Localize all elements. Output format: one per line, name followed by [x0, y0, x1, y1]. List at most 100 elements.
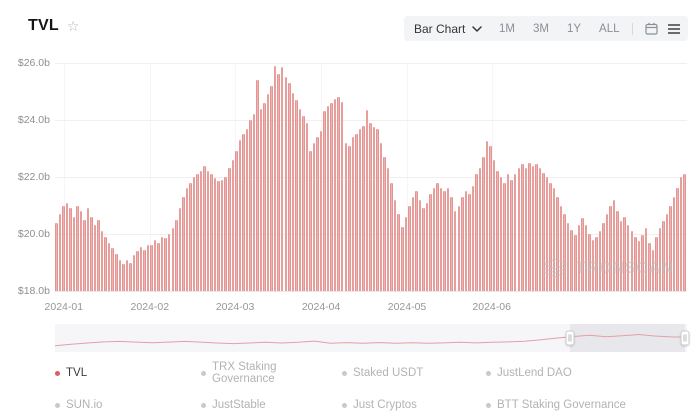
tvl-bar[interactable]	[560, 206, 563, 292]
tvl-bar[interactable]	[380, 143, 383, 291]
tvl-bar[interactable]	[503, 183, 506, 291]
tvl-bar[interactable]	[412, 197, 415, 291]
tvl-bar[interactable]	[680, 177, 683, 291]
tvl-bar[interactable]	[175, 220, 178, 291]
tvl-bar[interactable]	[609, 206, 612, 292]
range-3m-button[interactable]: 3M	[533, 23, 549, 35]
tvl-bar[interactable]	[588, 234, 591, 291]
tvl-bar[interactable]	[83, 220, 86, 291]
tvl-bar[interactable]	[606, 214, 609, 291]
tvl-bar[interactable]	[387, 168, 390, 291]
tvl-bar[interactable]	[126, 260, 129, 291]
tvl-bar[interactable]	[489, 146, 492, 291]
tvl-bar[interactable]	[242, 134, 245, 291]
tvl-bar[interactable]	[666, 214, 669, 291]
tvl-bar[interactable]	[376, 129, 379, 291]
tvl-bar[interactable]	[599, 231, 602, 291]
tvl-bar[interactable]	[133, 255, 136, 291]
tvl-bar[interactable]	[549, 183, 552, 291]
tvl-bar[interactable]	[337, 97, 340, 291]
tvl-bar[interactable]	[426, 203, 429, 291]
legend-item-sun-io[interactable]: SUN.io	[55, 399, 201, 411]
tvl-bar[interactable]	[383, 157, 386, 291]
tvl-bar[interactable]	[189, 183, 192, 291]
tvl-bar[interactable]	[397, 214, 400, 291]
tvl-bar[interactable]	[486, 141, 489, 291]
tvl-bar[interactable]	[390, 183, 393, 291]
tvl-bar[interactable]	[458, 206, 461, 292]
tvl-bar[interactable]	[157, 243, 160, 291]
tvl-bar[interactable]	[320, 131, 323, 291]
tvl-bar[interactable]	[627, 225, 630, 291]
tvl-bar[interactable]	[316, 137, 319, 291]
tvl-bar[interactable]	[581, 218, 584, 291]
legend-item-btt-staking-governance[interactable]: BTT Staking Governance	[486, 399, 673, 411]
tvl-bar[interactable]	[150, 245, 153, 291]
tvl-bar[interactable]	[669, 206, 672, 292]
tvl-bar[interactable]	[224, 177, 227, 291]
datazoom-right-handle[interactable]	[681, 331, 690, 346]
tvl-bar[interactable]	[648, 243, 651, 291]
tvl-bar[interactable]	[221, 180, 224, 291]
tvl-bar[interactable]	[348, 146, 351, 291]
tvl-bar[interactable]	[200, 171, 203, 291]
tvl-bar[interactable]	[613, 200, 616, 291]
tvl-bar[interactable]	[514, 174, 517, 291]
tvl-bar[interactable]	[366, 110, 369, 291]
tvl-bar[interactable]	[394, 200, 397, 291]
tvl-bar[interactable]	[210, 174, 213, 291]
tvl-bar[interactable]	[108, 243, 111, 291]
bar-chart-plot-area[interactable]	[55, 63, 687, 291]
legend-item-tvl[interactable]: TVL	[55, 361, 201, 385]
tvl-bar[interactable]	[129, 263, 132, 292]
tvl-bar[interactable]	[662, 221, 665, 291]
tvl-bar[interactable]	[260, 109, 263, 291]
tvl-bar[interactable]	[659, 228, 662, 291]
tvl-bar[interactable]	[69, 208, 72, 291]
tvl-bar[interactable]	[136, 251, 139, 291]
tvl-bar[interactable]	[288, 83, 291, 291]
tvl-bar[interactable]	[196, 174, 199, 291]
tvl-bar[interactable]	[295, 100, 298, 291]
tvl-bar[interactable]	[164, 238, 167, 291]
tvl-bar[interactable]	[246, 129, 249, 291]
tvl-bar[interactable]	[186, 188, 189, 291]
range-all-button[interactable]: ALL	[599, 23, 619, 35]
tvl-bar[interactable]	[277, 74, 280, 291]
tvl-bar[interactable]	[274, 66, 277, 291]
tvl-bar[interactable]	[345, 143, 348, 291]
tvl-bar[interactable]	[528, 163, 531, 291]
tvl-bar[interactable]	[405, 217, 408, 291]
calendar-icon[interactable]	[645, 22, 658, 35]
tvl-bar[interactable]	[306, 123, 309, 291]
tvl-bar[interactable]	[373, 127, 376, 291]
tvl-bar[interactable]	[539, 168, 542, 291]
tvl-bar[interactable]	[355, 134, 358, 291]
tvl-bar[interactable]	[239, 140, 242, 291]
tvl-bar[interactable]	[94, 225, 97, 291]
tvl-bar[interactable]	[440, 188, 443, 291]
tvl-bar[interactable]	[143, 250, 146, 291]
tvl-bar[interactable]	[168, 234, 171, 291]
tvl-bar[interactable]	[475, 174, 478, 291]
tvl-bar[interactable]	[90, 217, 93, 291]
tvl-bar[interactable]	[179, 208, 182, 291]
tvl-bar[interactable]	[263, 103, 266, 291]
legend-item-juststable[interactable]: JustStable	[201, 399, 342, 411]
tvl-bar[interactable]	[616, 211, 619, 291]
tvl-bar[interactable]	[122, 264, 125, 291]
tvl-bar[interactable]	[267, 94, 270, 291]
favorite-star-icon[interactable]: ☆	[67, 19, 80, 33]
tvl-bar[interactable]	[623, 217, 626, 291]
tvl-bar[interactable]	[119, 260, 122, 291]
tvl-bar[interactable]	[507, 174, 510, 291]
datazoom-left-handle[interactable]	[566, 331, 575, 346]
tvl-bar[interactable]	[249, 120, 252, 291]
tvl-bar[interactable]	[468, 194, 471, 291]
tvl-bar[interactable]	[193, 177, 196, 291]
tvl-bar[interactable]	[585, 225, 588, 291]
tvl-bar[interactable]	[574, 235, 577, 291]
tvl-bar[interactable]	[66, 203, 69, 291]
tvl-bar[interactable]	[546, 177, 549, 291]
legend-item-staked-usdt[interactable]: Staked USDT	[342, 361, 486, 385]
